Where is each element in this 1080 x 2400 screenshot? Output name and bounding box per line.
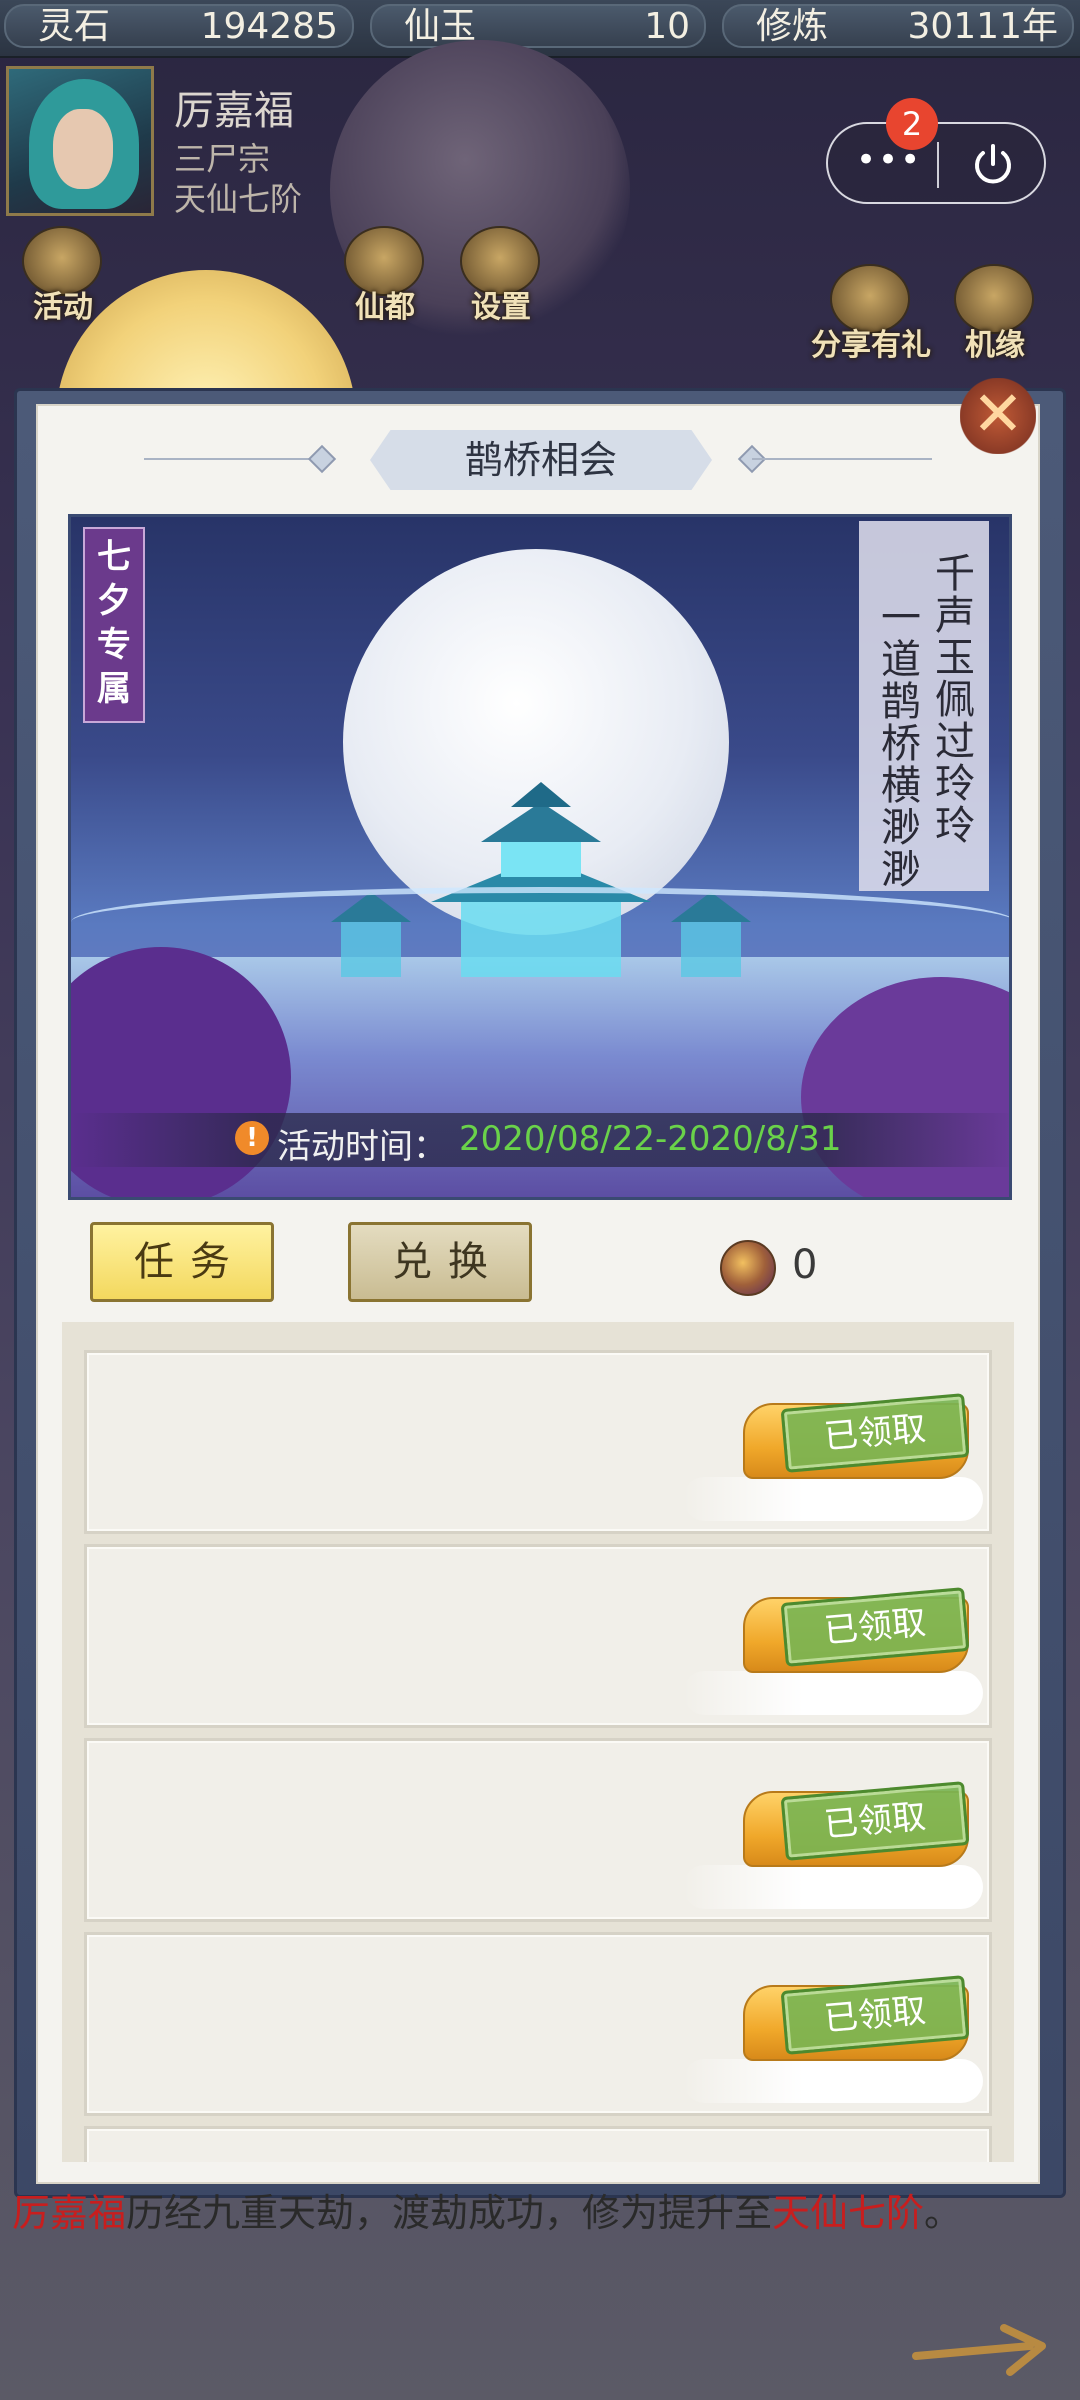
tab-task[interactable]: 任务 bbox=[90, 1222, 274, 1302]
task-row: 已领取 bbox=[84, 1350, 992, 1534]
resource-bar: 灵石 194285 仙玉 10 修炼 30111年 bbox=[0, 0, 1080, 58]
task-row: 已领取 bbox=[84, 1738, 992, 1922]
cloud-decoration bbox=[683, 1477, 983, 1521]
fortune-label: 机缘 bbox=[965, 328, 1025, 363]
player-name: 厉嘉福 bbox=[174, 88, 294, 134]
resource-label: 修炼 bbox=[756, 6, 829, 47]
qixi-exclusive-tag: 七夕专属 bbox=[83, 527, 145, 723]
warning-icon: ! bbox=[235, 1121, 269, 1155]
resource-value: 10 bbox=[644, 6, 690, 47]
capsule-divider bbox=[937, 142, 939, 188]
avatar-face bbox=[53, 109, 113, 189]
share-gift-button[interactable]: 分享有礼 bbox=[796, 264, 946, 374]
power-icon[interactable] bbox=[968, 140, 1018, 190]
immortal-city-label: 仙都 bbox=[355, 290, 415, 325]
cloud-decoration bbox=[683, 2059, 983, 2103]
event-banner: 七夕专属 千声玉佩过玲玲 一道鹊桥横渺渺 ! 活动时间： 2020/08/22-… bbox=[68, 514, 1012, 1200]
magpie-coin-icon bbox=[720, 1240, 776, 1296]
close-button[interactable]: ✕ bbox=[960, 378, 1036, 454]
share-gift-label: 分享有礼 bbox=[811, 328, 931, 363]
cloud-decoration bbox=[683, 1671, 983, 1715]
poem-line-2: 一道鹊桥横渺渺 bbox=[881, 595, 921, 893]
resource-label: 灵石 bbox=[38, 6, 111, 47]
event-time-value: 2020/08/22-2020/8/31 bbox=[459, 1119, 842, 1159]
resource-cultivation: 修炼 30111年 bbox=[722, 4, 1074, 48]
resource-value: 30111年 bbox=[907, 6, 1058, 47]
settings-button[interactable]: 设置 bbox=[446, 226, 556, 336]
notification-badge: 2 bbox=[886, 98, 938, 150]
cloud-decoration bbox=[683, 1865, 983, 1909]
task-row: 已领取 bbox=[84, 1544, 992, 1728]
event-time-label: 活动时间： bbox=[277, 1127, 447, 1167]
task-row: 已领取 bbox=[84, 1932, 992, 2116]
task-row-partial bbox=[84, 2126, 992, 2162]
message-body: 历经九重天劫，渡劫成功，修为提升至 bbox=[126, 2191, 773, 2235]
title-line-right bbox=[752, 458, 932, 460]
message-rank: 天仙七阶 bbox=[772, 2191, 925, 2235]
message-player-name: 厉嘉福 bbox=[12, 2191, 127, 2235]
settings-label: 设置 bbox=[471, 290, 531, 325]
magpie-bridge bbox=[71, 887, 1009, 957]
magpie-coin-count: 0 bbox=[792, 1242, 818, 1288]
task-list[interactable]: 已领取 已领取 已领取 已领取 bbox=[62, 1322, 1014, 2162]
message-end: 。 bbox=[924, 2191, 963, 2235]
system-message: 厉嘉福历经九重天劫，渡劫成功，修为提升至天仙七阶。 bbox=[12, 2182, 1072, 2237]
title-line-left bbox=[144, 458, 320, 460]
poem-line-1: 千声玉佩过玲玲 bbox=[935, 551, 975, 849]
modal-title: 鹊桥相会 bbox=[370, 430, 712, 490]
resource-jade: 仙玉 10 bbox=[370, 4, 706, 48]
fortune-button[interactable]: 机缘 bbox=[940, 264, 1050, 374]
tab-exchange[interactable]: 兑换 bbox=[348, 1222, 532, 1302]
resource-spirit-stone: 灵石 194285 bbox=[4, 4, 354, 48]
avatar[interactable] bbox=[6, 66, 154, 216]
event-time-bar: ! 活动时间： 2020/08/22-2020/8/31 bbox=[71, 1113, 1009, 1167]
arrow-right-icon[interactable] bbox=[912, 2322, 1052, 2378]
immortal-city-button[interactable]: 仙都 bbox=[330, 226, 440, 336]
miniprogram-capsule: ••• bbox=[826, 122, 1046, 204]
resource-value: 194285 bbox=[200, 6, 338, 47]
player-rank: 天仙七阶 bbox=[174, 180, 303, 218]
